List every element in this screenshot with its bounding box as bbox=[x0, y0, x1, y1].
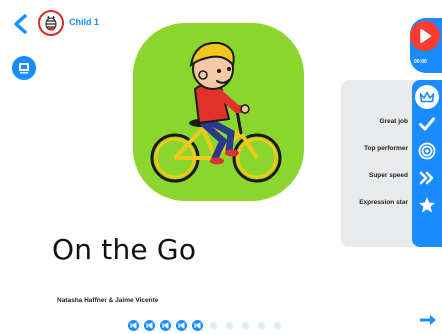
double-chevron-icon bbox=[419, 171, 434, 185]
boy-on-bicycle-icon bbox=[150, 41, 282, 183]
award-label-super-speed: Super speed bbox=[368, 172, 408, 179]
arrow-right-icon bbox=[420, 315, 436, 325]
rewind-icon bbox=[146, 322, 153, 329]
book-mode-button[interactable] bbox=[12, 56, 36, 80]
target-icon bbox=[418, 142, 436, 160]
page-dot[interactable] bbox=[226, 322, 233, 329]
book-cover-illustration bbox=[133, 23, 304, 201]
star-icon bbox=[419, 197, 435, 213]
rewind-icon bbox=[130, 322, 137, 329]
crown-icon bbox=[419, 91, 435, 103]
next-page-button[interactable] bbox=[418, 311, 440, 329]
app-window: Child 1 On the Go Natasha Haffner & Jaim… bbox=[0, 0, 442, 334]
play-icon bbox=[420, 28, 432, 44]
page-dot[interactable] bbox=[274, 322, 281, 329]
page-dot[interactable] bbox=[242, 322, 249, 329]
play-button[interactable] bbox=[410, 21, 440, 51]
award-top-performer[interactable] bbox=[414, 138, 440, 164]
award-great-job[interactable] bbox=[414, 111, 440, 137]
award-label-top-performer: Top performer bbox=[364, 145, 408, 152]
rewind-icon bbox=[178, 322, 185, 329]
child-avatar[interactable] bbox=[38, 10, 64, 36]
page-dot-visited[interactable] bbox=[160, 320, 171, 331]
rewind-icon bbox=[194, 322, 201, 329]
rewind-icon bbox=[162, 322, 169, 329]
book-title: On the Go bbox=[52, 233, 197, 266]
book-authors: Natasha Haffner & Jaime Vicente bbox=[57, 297, 159, 304]
award-expression-star[interactable] bbox=[414, 192, 440, 218]
page-dot-visited[interactable] bbox=[128, 320, 139, 331]
crown-badge[interactable] bbox=[414, 84, 440, 110]
page-dot-visited[interactable] bbox=[144, 320, 155, 331]
zebra-avatar-icon bbox=[45, 15, 57, 31]
child-name-label: Child 1 bbox=[69, 17, 100, 27]
award-super-speed[interactable] bbox=[414, 165, 440, 191]
playback-time: 00:00 bbox=[414, 59, 427, 65]
book-icon bbox=[19, 63, 29, 74]
page-dot[interactable] bbox=[210, 322, 217, 329]
page-dot-visited[interactable] bbox=[192, 320, 203, 331]
page-dot-visited[interactable] bbox=[176, 320, 187, 331]
award-label-expression-star: Expression star bbox=[359, 199, 408, 206]
check-icon bbox=[419, 117, 435, 131]
back-button[interactable] bbox=[8, 11, 34, 37]
page-dot[interactable] bbox=[258, 322, 265, 329]
page-indicator bbox=[128, 320, 283, 331]
award-label-great-job: Great job bbox=[379, 118, 408, 125]
chevron-left-icon bbox=[14, 14, 27, 34]
